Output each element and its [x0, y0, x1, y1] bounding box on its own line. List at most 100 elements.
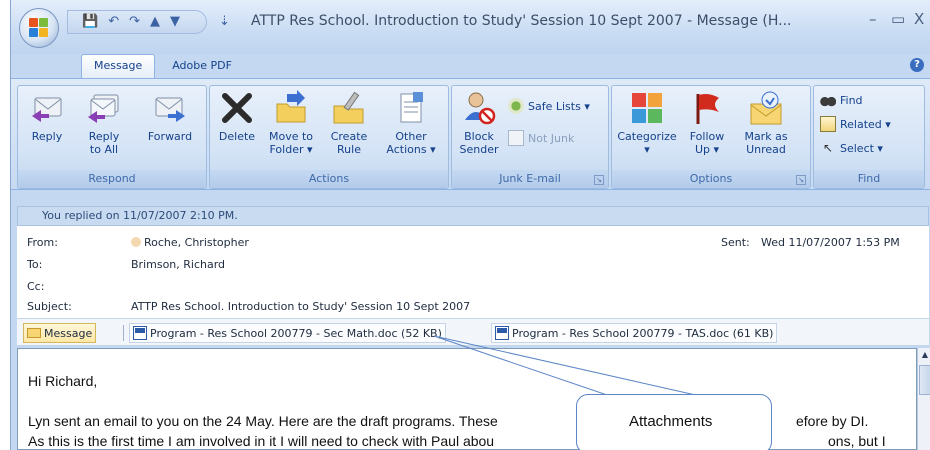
mark-as-unread-button[interactable]: Mark as Unread: [736, 90, 796, 156]
word-doc-icon: [133, 326, 147, 340]
related-button[interactable]: Related ▾: [820, 116, 891, 132]
attachment-tas-doc[interactable]: Program - Res School 200779 - TAS.doc (6…: [491, 323, 778, 343]
subject-label: Subject:: [27, 300, 72, 313]
scroll-up-icon[interactable]: ▲: [919, 349, 930, 361]
title-bar: 💾 ↶ ↷ ▲ ▼ ⇣ ATTP Res School. Introductio…: [11, 0, 930, 54]
categorize-button[interactable]: Categorize ▾: [614, 90, 680, 156]
help-icon[interactable]: ?: [910, 58, 924, 72]
minimize-button[interactable]: –: [869, 10, 877, 28]
body-line-2: As this is the first time I am involved …: [28, 433, 495, 449]
find-button[interactable]: Find: [820, 92, 863, 108]
create-rule-label: Create Rule: [330, 130, 368, 156]
forward-label: Forward: [147, 130, 193, 143]
from-name: Roche, Christopher: [144, 236, 249, 249]
attachment-bar: Message Program - Res School 200779 - Se…: [17, 318, 929, 346]
close-button[interactable]: X: [914, 10, 924, 28]
binoculars-icon: [820, 92, 836, 108]
other-actions-button[interactable]: Other Actions ▾: [380, 90, 442, 156]
quick-access-toolbar: 💾 ↶ ↷ ▲ ▼: [67, 10, 207, 34]
cc-label: Cc:: [27, 280, 45, 293]
attachment-label: Program - Res School 200779 - TAS.doc (6…: [512, 326, 774, 340]
previous-item-icon[interactable]: ▲: [150, 12, 160, 32]
select-button[interactable]: ↖ Select ▾: [820, 140, 883, 156]
respond-group-label: Respond: [18, 170, 206, 188]
move-to-folder-button[interactable]: Move to Folder ▾: [262, 90, 320, 156]
sent-value: Wed 11/07/2007 1:53 PM: [761, 236, 900, 249]
block-sender-label: Block Sender: [459, 130, 499, 156]
reply-all-button[interactable]: Reply to All: [74, 90, 134, 156]
ribbon: Reply Reply to All Forward Respond Delet…: [11, 78, 930, 190]
presence-icon: [131, 237, 141, 247]
sent-label: Sent:: [721, 236, 750, 249]
related-icon: [820, 116, 836, 132]
forward-button[interactable]: Forward: [138, 90, 202, 143]
callout-text: Attachments: [629, 413, 713, 430]
body-line-1: Lyn sent an email to you on the 24 May. …: [28, 413, 498, 429]
message-body[interactable]: Hi Richard, Lyn sent an email to you on …: [17, 348, 917, 450]
reply-info-bar: You replied on 11/07/2007 2:10 PM.: [17, 206, 929, 226]
body-scrollbar[interactable]: ▲: [917, 348, 930, 450]
options-group: Categorize ▾ Follow Up ▾ Mark as Unread …: [611, 85, 811, 189]
forward-icon: [155, 97, 185, 122]
other-actions-label: Other Actions ▾: [386, 130, 436, 156]
subject-value: ATTP Res School. Introduction to Study' …: [131, 300, 471, 313]
window-title: ATTP Res School. Introduction to Study' …: [251, 13, 792, 29]
categorize-icon: [632, 93, 662, 123]
message-attachment-tab[interactable]: Message: [23, 323, 97, 343]
find-label: Find: [840, 93, 863, 107]
select-label: Select ▾: [840, 141, 883, 155]
select-cursor-icon: ↖: [822, 141, 834, 155]
separator: [123, 325, 124, 341]
save-icon[interactable]: 💾: [82, 12, 98, 32]
from-label: From:: [27, 236, 58, 249]
reply-icon: [32, 97, 62, 122]
maximize-button[interactable]: ▭: [891, 10, 905, 28]
message-header: From: Roche, Christopher Sent: Wed 11/07…: [17, 226, 929, 320]
delete-x-icon: [222, 93, 252, 123]
reply-all-label: Reply to All: [88, 130, 120, 156]
redo-icon[interactable]: ↷: [129, 12, 140, 32]
word-doc-icon: [495, 326, 509, 340]
delete-button[interactable]: Delete: [214, 90, 260, 143]
reply-button[interactable]: Reply: [22, 90, 72, 143]
find-group-label: Find: [814, 170, 924, 188]
block-sender-button[interactable]: Block Sender: [456, 90, 502, 156]
not-junk-button[interactable]: Not Junk: [508, 130, 574, 146]
to-value[interactable]: Brimson, Richard: [131, 258, 225, 271]
move-to-folder-label: Move to Folder ▾: [268, 130, 314, 156]
mark-as-unread-label: Mark as Unread: [744, 130, 788, 156]
safe-lists-button[interactable]: Safe Lists ▾: [508, 98, 590, 114]
from-value[interactable]: Roche, Christopher: [131, 236, 249, 249]
attachment-sec-math-doc[interactable]: Program - Res School 200779 - Sec Math.d…: [129, 323, 446, 343]
block-sender-icon: [465, 92, 496, 125]
outlook-message-window: 💾 ↶ ↷ ▲ ▼ ⇣ ATTP Res School. Introductio…: [10, 0, 930, 450]
reply-all-icon: [88, 94, 119, 123]
customize-toolbar-icon[interactable]: ⇣: [219, 12, 230, 32]
office-button[interactable]: [19, 8, 59, 48]
junk-email-group-label: Junk E-mail: [452, 170, 608, 188]
follow-up-button[interactable]: Follow Up ▾: [682, 90, 732, 156]
follow-up-label: Follow Up ▾: [689, 130, 725, 156]
junk-email-dialog-launcher-icon[interactable]: ↘: [594, 175, 604, 185]
follow-up-flag-icon: [696, 94, 719, 124]
safe-lists-label: Safe Lists ▾: [528, 99, 590, 113]
office-logo-icon: [29, 18, 49, 38]
tab-message[interactable]: Message: [81, 54, 156, 78]
junk-email-group: Block Sender Safe Lists ▾ Not Junk Junk …: [451, 85, 609, 189]
respond-group: Reply Reply to All Forward Respond: [17, 85, 207, 189]
create-rule-button[interactable]: Create Rule: [324, 90, 374, 156]
actions-group: Delete Move to Folder ▾ Create Rule Othe…: [209, 85, 449, 189]
body-greeting: Hi Richard,: [28, 373, 98, 389]
mark-as-unread-icon: [750, 91, 782, 125]
to-label: To:: [27, 258, 43, 271]
delete-label: Delete: [218, 130, 256, 143]
ribbon-tabs: Message Adobe PDF: [81, 54, 245, 78]
scroll-thumb[interactable]: [919, 365, 930, 395]
options-dialog-launcher-icon[interactable]: ↘: [796, 175, 806, 185]
options-group-label: Options: [612, 170, 810, 188]
not-junk-label: Not Junk: [528, 131, 575, 145]
create-rule-icon: [333, 91, 364, 124]
tab-adobe-pdf[interactable]: Adobe PDF: [159, 54, 245, 78]
undo-icon[interactable]: ↶: [108, 12, 119, 32]
next-item-icon[interactable]: ▼: [170, 12, 180, 32]
